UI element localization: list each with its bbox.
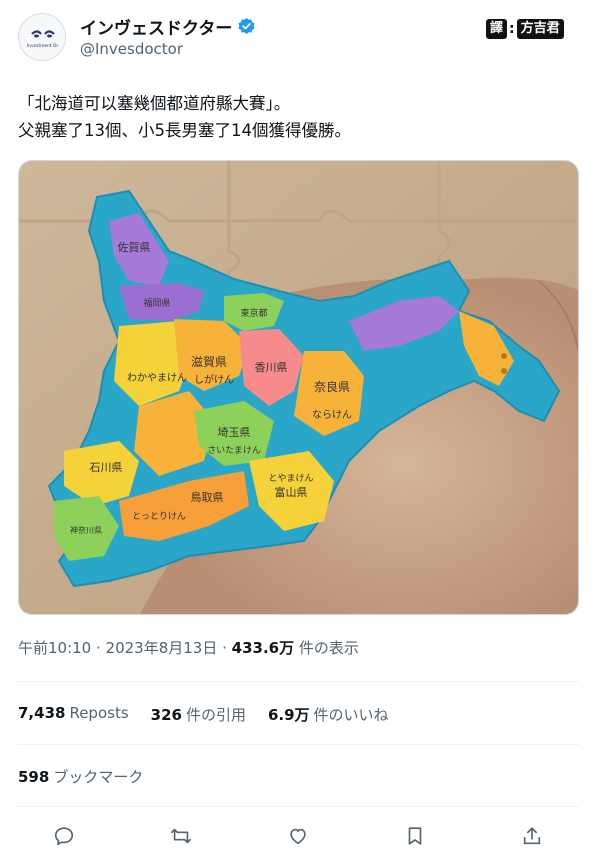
likes-count: 6.9万 <box>267 706 310 724</box>
engagement-stats: 7,438 Reposts 326 件の引用 6.9万 件のいいね <box>18 704 389 725</box>
label-tokyo: 東京都 <box>240 307 267 319</box>
label-toyama: 富山県 <box>275 485 308 499</box>
label-nara: 奈良県 <box>314 379 350 394</box>
tweet-date[interactable]: 2023年8月13日 <box>106 639 218 657</box>
label-kanagawa: 神奈川県 <box>70 525 102 535</box>
label-kagawa: 香川県 <box>255 361 288 374</box>
avatar-text: Investment Dr. <box>27 43 59 49</box>
label-saga: 佐賀県 <box>118 240 151 254</box>
label-toyama-kana: とやまけん <box>268 473 313 484</box>
bookmark-icon <box>408 827 422 845</box>
reply-button[interactable] <box>48 820 80 852</box>
likes-label: 件のいいね <box>313 706 389 724</box>
author-name-row: インヴェスドクター <box>80 14 256 39</box>
label-saitama: 埼玉県 <box>218 425 251 439</box>
label-ishikawa: 石川県 <box>90 461 123 474</box>
tweet-meta: 午前10:10 · 2023年8月13日 · 433.6万 件の表示 <box>18 637 359 658</box>
bookmarks-count: 598 <box>18 768 50 786</box>
bookmarks-label: ブックマーク <box>53 768 144 786</box>
label-wakayama-kana: わかやまけん <box>127 372 187 384</box>
divider <box>18 806 579 807</box>
author-display-name[interactable]: インヴェスドクター <box>80 14 232 39</box>
watermark-part1: 譯 <box>486 19 508 39</box>
meta-separator: · <box>217 639 232 657</box>
like-button[interactable] <box>282 820 314 852</box>
likes-stat[interactable]: 6.9万 件のいいね <box>268 704 389 725</box>
watermark: 譯 : 方吉君 <box>486 18 564 40</box>
tweet-time[interactable]: 午前10:10 <box>18 639 91 657</box>
label-shiga-kana: しがけん <box>194 373 234 386</box>
quotes-count: 326 <box>150 706 182 724</box>
label-tottori-kana: とっとりけん <box>132 511 186 522</box>
author-handle[interactable]: @Invesdoctor <box>80 40 183 58</box>
view-count: 433.6万 <box>231 639 295 657</box>
reposts-count: 7,438 <box>18 704 66 722</box>
avatar-face-icon: Investment Dr. <box>20 15 65 60</box>
label-saitama-kana: さいたまけん <box>207 445 261 456</box>
divider <box>18 681 579 682</box>
share-icon <box>523 827 541 845</box>
label-fukuoka: 福岡県 <box>143 297 170 309</box>
tweet-photo[interactable]: 佐賀県 福岡県 東京都 滋賀県 しがけん 香川県 奈良県 ならけん わかやまけん… <box>18 160 579 615</box>
tweet-text-line-1: 「北海道可以塞幾個都道府縣大賽」。 <box>18 94 291 113</box>
tweet-text-line-2: 父親塞了13個、小5長男塞了14個獲得優勝。 <box>18 121 351 140</box>
quotes-label: 件の引用 <box>185 706 246 724</box>
puzzle-map-illustration: 佐賀県 福岡県 東京都 滋賀県 しがけん 香川県 奈良県 ならけん わかやまけん… <box>19 161 578 614</box>
view-label: 件の表示 <box>294 639 359 657</box>
bookmarks-stat: 598 ブックマーク <box>18 766 143 787</box>
reposts-label: Reposts <box>69 704 129 722</box>
label-shiga: 滋賀県 <box>191 355 227 369</box>
watermark-separator: : <box>509 21 515 37</box>
repost-button[interactable] <box>165 820 197 852</box>
label-tottori: 鳥取県 <box>191 490 224 504</box>
watermark-part2: 方吉君 <box>516 19 564 39</box>
reposts-stat[interactable]: 7,438 Reposts <box>18 704 129 725</box>
heart-icon <box>290 828 306 845</box>
reply-icon <box>54 827 74 846</box>
tweet-text: 「北海道可以塞幾個都道府縣大賽」。 父親塞了13個、小5長男塞了14個獲得優勝。 <box>18 90 578 144</box>
avatar[interactable]: Investment Dr. <box>18 13 66 61</box>
quotes-stat[interactable]: 326 件の引用 <box>151 704 246 725</box>
label-nara-kana: ならけん <box>312 409 352 421</box>
bookmark-button[interactable] <box>399 820 431 852</box>
share-button[interactable] <box>516 820 548 852</box>
repost-icon <box>171 828 191 844</box>
tweet-actions <box>48 820 548 852</box>
verified-badge-icon[interactable] <box>237 17 256 36</box>
meta-separator: · <box>91 639 106 657</box>
divider <box>18 744 579 745</box>
